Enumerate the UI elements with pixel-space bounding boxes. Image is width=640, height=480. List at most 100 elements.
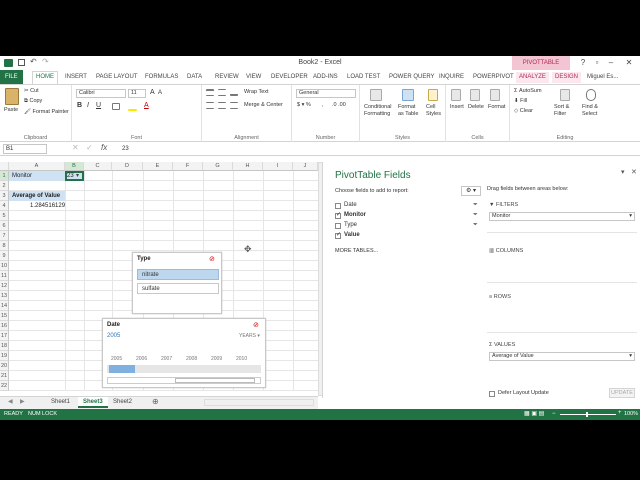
column-header-h[interactable]: H [233,162,263,171]
row-header[interactable]: 22 [0,381,9,391]
zoom-level[interactable]: 100% [624,411,638,417]
row-header[interactable]: 15 [0,311,9,321]
paste-icon[interactable] [5,88,19,105]
select-all-corner[interactable] [0,162,9,171]
bold-icon[interactable]: B [77,102,82,109]
row-header[interactable]: 13 [0,291,9,301]
row-header[interactable]: 1 [0,171,9,181]
insert-cells-icon[interactable] [451,89,461,101]
row-header[interactable]: 7 [0,231,9,241]
row-header[interactable]: 3 [0,191,9,201]
format-as-table-icon[interactable] [402,89,414,101]
find-select-icon[interactable] [586,89,596,101]
tab-formulas[interactable]: FORMULAS [142,72,181,83]
paste-button[interactable]: Paste [4,107,18,113]
year-2008[interactable]: 2008 [186,356,197,362]
tab-view[interactable]: VIEW [243,72,264,83]
row-header[interactable]: 20 [0,361,9,371]
insert-function-icon[interactable]: fx [101,143,107,152]
field-filter-icon[interactable]: ⏷ [473,222,478,229]
number-format-combo[interactable]: General [296,89,356,98]
worksheet-grid[interactable]: A B C D E F G H I J 1 2 3 4 5 6 7 8 9 10 11 12 13 14 1… [0,162,318,391]
field-checkbox-monitor[interactable] [335,211,341,219]
font-size-combo[interactable]: 11 [128,89,146,98]
row-header[interactable]: 9 [0,251,9,261]
help-icon[interactable]: ? [576,58,590,68]
insert-button[interactable]: Insert [450,104,464,110]
tab-design[interactable]: DESIGN [552,72,582,83]
year-2005[interactable]: 2005 [111,356,122,362]
formula-input[interactable]: 23 [122,144,632,154]
column-header-e[interactable]: E [143,162,173,171]
pane-close-icon[interactable]: ✕ [631,168,637,176]
tab-data[interactable]: DATA [184,72,205,83]
column-header-g[interactable]: G [203,162,233,171]
defer-layout-checkbox[interactable] [489,391,495,397]
user-name[interactable]: Miguel Es... [584,72,621,83]
zoom-thumb[interactable] [586,412,588,417]
year-2009[interactable]: 2009 [211,356,222,362]
row-header[interactable]: 10 [0,261,9,271]
column-header-i[interactable]: I [263,162,293,171]
row-header[interactable]: 11 [0,271,9,281]
year-2006[interactable]: 2006 [136,356,147,362]
align-bottom-icon[interactable] [230,89,238,96]
sort-filter-button[interactable]: Sort & Filter [554,104,578,118]
zoom-slider[interactable] [560,414,616,415]
row-header[interactable]: 14 [0,301,9,311]
italic-icon[interactable]: I [87,102,89,109]
column-header-b[interactable]: B [65,162,84,171]
autosum-button[interactable]: Σ AutoSum [514,88,542,94]
prev-sheet-icon[interactable]: ◀ [8,398,13,405]
pane-options-icon[interactable]: ▾ [621,168,625,176]
column-header-a[interactable]: A [9,162,65,171]
field-checkbox-type[interactable] [335,223,341,229]
field-checkbox-value[interactable] [335,231,341,239]
horizontal-scrollbar[interactable] [204,399,314,406]
field-label-monitor[interactable]: Monitor [344,212,366,218]
delete-cells-icon[interactable] [470,89,480,101]
delete-button[interactable]: Delete [468,104,484,110]
fields-layout-gear-icon[interactable]: ⚙ ▾ [461,186,481,196]
align-top-icon[interactable] [206,89,214,96]
timeline-scroll-thumb[interactable] [175,378,255,383]
sort-filter-icon[interactable] [560,89,570,101]
row-header[interactable]: 8 [0,241,9,251]
conditional-formatting-icon[interactable] [370,89,382,101]
sheet-tab-sheet3[interactable]: Sheet3 [78,397,108,408]
align-left-icon[interactable] [206,102,214,109]
row-header[interactable]: 5 [0,211,9,221]
column-header-f[interactable]: F [173,162,203,171]
cell-styles-icon[interactable] [428,89,438,101]
format-cells-icon[interactable] [490,89,500,101]
currency-icon[interactable]: $ ▾ % [297,102,311,108]
update-button[interactable]: UPDATE [609,388,635,398]
minimize-icon[interactable]: – [604,58,618,68]
row-header[interactable]: 16 [0,321,9,331]
zoom-out-icon[interactable]: − [552,411,556,417]
format-button[interactable]: Format [488,104,505,110]
row-header[interactable]: 6 [0,221,9,231]
filters-area-item[interactable]: Monitor ▾ [489,212,635,221]
row-header[interactable]: 12 [0,281,9,291]
tab-file[interactable]: FILE [0,70,23,84]
ribbon-display-icon[interactable]: ▫ [590,58,604,68]
wrap-text-button[interactable]: Wrap Text [244,89,269,95]
cell-a1[interactable]: Monitor [12,171,32,181]
font-color-icon[interactable]: A [144,102,149,109]
field-label-value[interactable]: Value [344,232,360,238]
view-normal-icon[interactable]: ▦ ▣ ▤ [524,410,544,417]
clear-button[interactable]: ◇ Clear [514,108,533,114]
underline-icon[interactable]: U [96,102,101,109]
tab-insert[interactable]: INSERT [62,72,90,83]
shrink-font-icon[interactable]: A [158,90,162,96]
values-area-item[interactable]: Average of Value ▾ [489,352,635,361]
tab-home[interactable]: HOME [32,71,58,84]
conditional-formatting-button[interactable]: Conditional Formatting [364,104,394,118]
slicer-item-sulfate[interactable]: sulfate [137,283,219,294]
row-header[interactable]: 18 [0,341,9,351]
merge-center-button[interactable]: Merge & Center [244,102,283,108]
grow-font-icon[interactable]: A [150,89,155,96]
close-icon[interactable]: ✕ [622,58,636,68]
year-2007[interactable]: 2007 [161,356,172,362]
